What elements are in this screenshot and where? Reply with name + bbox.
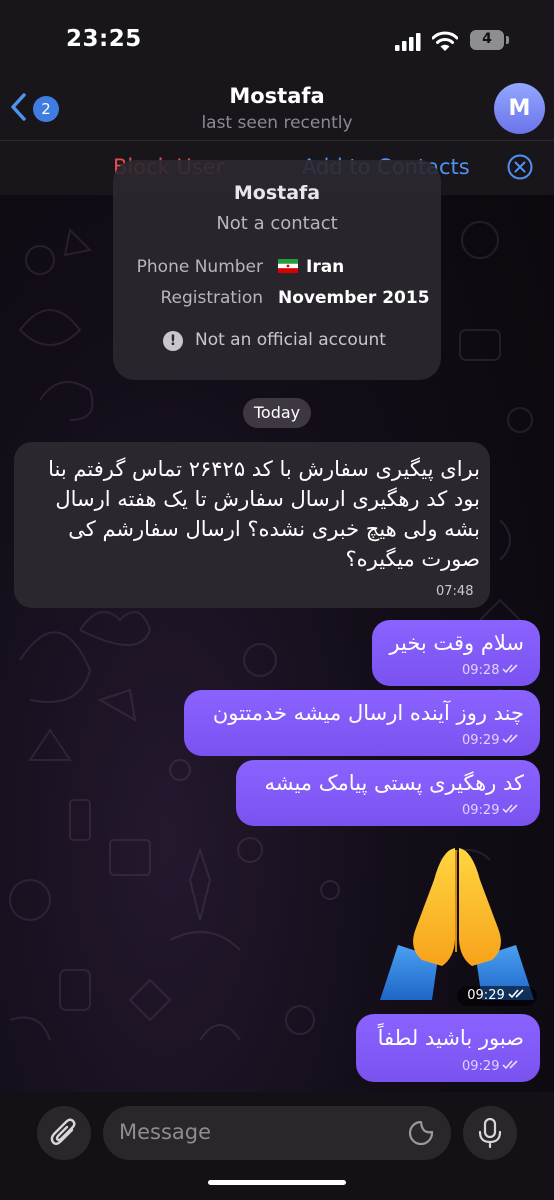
message-time: 09:28 bbox=[462, 663, 521, 678]
message-placeholder: Message bbox=[119, 1120, 212, 1144]
contact-info-card: Mostafa Not a contact Phone Number Iran … bbox=[113, 160, 441, 380]
avatar[interactable]: M bbox=[494, 83, 545, 134]
outgoing-message[interactable]: چند روز آینده ارسال میشه خدمتتون 09:29 bbox=[184, 690, 540, 756]
exclamation-icon: ! bbox=[163, 331, 183, 351]
message-time: 07:48 bbox=[436, 584, 474, 599]
date-divider: Today bbox=[243, 398, 311, 428]
incoming-message[interactable]: برای پیگیری سفارش با کد ۲۶۴۲۵ تماس گرفتم… bbox=[14, 442, 490, 608]
status-bar: 23:25 4 bbox=[0, 0, 554, 80]
double-check-icon bbox=[502, 734, 519, 744]
clock: 23:25 bbox=[66, 26, 142, 52]
card-name: Mostafa bbox=[233, 182, 321, 204]
message-time: 09:29 bbox=[462, 1059, 521, 1074]
battery-tip bbox=[506, 36, 509, 44]
card-status: Not a contact bbox=[216, 213, 338, 234]
registration-label: Registration bbox=[160, 288, 263, 308]
phone-value: Iran bbox=[278, 257, 344, 277]
voice-button[interactable] bbox=[463, 1106, 517, 1160]
battery-icon: 4 bbox=[470, 30, 504, 50]
double-check-icon bbox=[502, 804, 519, 814]
message-text: چند روز آینده ارسال میشه خدمتتون bbox=[212, 701, 524, 725]
microphone-icon bbox=[478, 1118, 502, 1148]
message-text: برای پیگیری سفارش با کد ۲۶۴۲۵ تماس گرفتم… bbox=[48, 457, 480, 571]
attach-button[interactable] bbox=[37, 1106, 91, 1160]
message-time: 09:29 bbox=[457, 986, 537, 1006]
message-text: صبور باشید لطفاً bbox=[377, 1026, 524, 1050]
chat-header: 2 Mostafa last seen recently M bbox=[0, 80, 554, 140]
last-seen: last seen recently bbox=[201, 113, 353, 133]
double-check-icon bbox=[508, 989, 524, 999]
sticker-icon[interactable] bbox=[408, 1120, 434, 1146]
home-indicator bbox=[208, 1180, 346, 1185]
outgoing-message[interactable]: کد رهگیری پستی پیامک میشه 09:29 bbox=[236, 760, 540, 826]
registration-value: November 2015 bbox=[278, 288, 430, 308]
outgoing-message[interactable]: سلام وقت بخیر 09:28 bbox=[372, 620, 540, 686]
message-text: سلام وقت بخیر bbox=[389, 631, 524, 655]
iran-flag-icon bbox=[278, 259, 298, 273]
official-notice: ! Not an official account bbox=[163, 330, 386, 351]
chat-title[interactable]: Mostafa bbox=[0, 84, 554, 108]
outgoing-message[interactable]: صبور باشید لطفاً 09:29 bbox=[356, 1014, 540, 1082]
message-time: 09:29 bbox=[462, 733, 521, 748]
double-check-icon bbox=[502, 1060, 519, 1070]
wifi-icon bbox=[432, 31, 458, 51]
signal-icon bbox=[395, 33, 421, 51]
paperclip-icon bbox=[50, 1118, 76, 1145]
message-time: 09:29 bbox=[462, 803, 521, 818]
close-icon[interactable] bbox=[507, 154, 533, 180]
message-input[interactable]: Message bbox=[103, 1106, 451, 1160]
message-text: کد رهگیری پستی پیامک میشه bbox=[264, 771, 524, 795]
phone-label: Phone Number bbox=[136, 257, 263, 277]
double-check-icon bbox=[502, 664, 519, 674]
folded-hands-icon[interactable] bbox=[372, 840, 542, 1005]
